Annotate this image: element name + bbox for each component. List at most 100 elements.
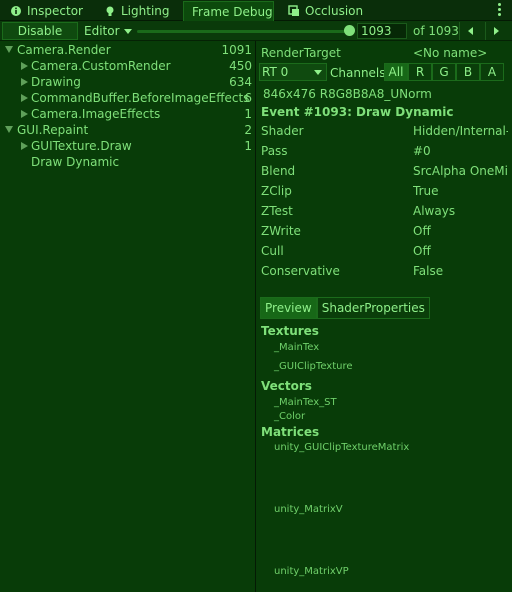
channel-r-button[interactable]: R [408, 63, 432, 81]
collapsed-arrow-icon[interactable] [21, 142, 28, 150]
preview-tab-bar: Preview ShaderProperties [260, 297, 430, 319]
event-total-label: of 1093 [413, 24, 459, 38]
editor-dropdown[interactable]: Editor [82, 22, 132, 40]
prop-value: Off [413, 224, 431, 238]
tab-inspector[interactable]: Inspector [2, 1, 83, 21]
tab-label: Occlusion [305, 4, 364, 18]
tree-item-count: 450 [229, 59, 252, 73]
tree-item-label: Camera.CustomRender [31, 59, 171, 73]
prop-value: #0 [413, 144, 431, 158]
prop-value: Off [413, 244, 431, 258]
event-slider-handle[interactable] [343, 25, 355, 36]
prop-name: ZClip [261, 184, 292, 198]
texture-name: _GUIClipTexture [274, 361, 353, 372]
tree-item-label: Draw Dynamic [31, 155, 120, 169]
prop-value: True [413, 184, 439, 198]
tree-item-count: 1 [244, 139, 252, 153]
tab-occlusion[interactable]: Occlusion [280, 1, 372, 21]
tree-item-label: Camera.Render [17, 43, 111, 57]
render-target-value: <No name> [413, 46, 488, 60]
prop-name: Conservative [261, 264, 340, 278]
collapsed-arrow-icon[interactable] [21, 94, 28, 102]
arrow-left-icon [468, 27, 473, 35]
matrices-heading: Matrices [261, 425, 320, 439]
tree-item[interactable]: CommandBuffer.BeforeImageEffects 6 [0, 90, 256, 106]
tree-item-count: 6 [244, 91, 252, 105]
tree-item-label: GUITexture.Draw [31, 139, 132, 153]
bulb-icon [104, 5, 116, 17]
chevron-down-icon [123, 28, 132, 34]
prop-name: Pass [261, 144, 288, 158]
prop-name: Blend [261, 164, 296, 178]
window-tab-bar: Inspector Lighting Frame Debug Occlusion [0, 0, 512, 21]
tree-item[interactable]: GUI.Repaint 2 [0, 122, 256, 138]
matrix-name: unity_MatrixV [274, 504, 343, 515]
tab-shader-properties[interactable]: ShaderProperties [316, 297, 430, 319]
tab-preview[interactable]: Preview [260, 297, 317, 319]
prop-value: Always [413, 204, 456, 218]
tree-item-label: GUI.Repaint [17, 123, 89, 137]
occlusion-icon [288, 5, 300, 17]
tree-item-label: Drawing [31, 75, 81, 89]
tab-frame-debug[interactable]: Frame Debug [183, 1, 274, 21]
arrow-right-icon [494, 27, 499, 35]
event-details-panel: RenderTarget <No name> RT 0 Channels All… [257, 41, 512, 592]
matrix-name: unity_MatrixVP [274, 566, 349, 577]
matrix-name: unity_GUIClipTextureMatrix [274, 442, 410, 453]
prop-value: False [413, 264, 444, 278]
channel-a-button[interactable]: A [480, 63, 504, 81]
render-target-select[interactable]: RT 0 [259, 63, 327, 81]
tab-lighting[interactable]: Lighting [96, 1, 180, 21]
tree-item[interactable]: Drawing 634 [0, 74, 256, 90]
chevron-down-icon [314, 70, 322, 75]
prop-value: SrcAlpha OneMir [413, 164, 508, 178]
prop-name: Shader [261, 124, 304, 138]
collapsed-arrow-icon[interactable] [21, 78, 28, 86]
tree-item-count: 1 [244, 107, 252, 121]
tree-item-count: 634 [229, 75, 252, 89]
textures-heading: Textures [261, 324, 319, 338]
tab-label: Inspector [27, 4, 83, 18]
tree-item-count: 1091 [221, 43, 252, 57]
event-title: Event #1093: Draw Dynamic [261, 105, 454, 119]
render-target-label: RenderTarget [261, 46, 341, 60]
channel-all-button[interactable]: All [384, 63, 408, 81]
vector-name: _Color [274, 411, 306, 422]
prop-name: Cull [261, 244, 284, 258]
editor-dropdown-label: Editor [84, 24, 120, 38]
render-target-format: 846x476 R8G8B8A8_UNorm [263, 87, 432, 101]
prop-value: Hidden/Internal- [413, 124, 508, 138]
tree-item-label: Camera.ImageEffects [31, 107, 161, 121]
collapsed-arrow-icon[interactable] [21, 110, 28, 118]
vectors-heading: Vectors [261, 379, 312, 393]
event-tree: Camera.Render 1091 Camera.CustomRender 4… [0, 41, 256, 592]
disable-button[interactable]: Disable [2, 22, 78, 40]
tree-item[interactable]: Camera.Render 1091 [0, 42, 256, 58]
tab-label: Frame Debug [192, 4, 273, 19]
prop-name: ZWrite [261, 224, 301, 238]
more-options-icon[interactable] [498, 3, 502, 17]
expanded-arrow-icon[interactable] [5, 46, 13, 53]
render-target-select-value: RT 0 [262, 65, 289, 79]
tree-item[interactable]: Camera.CustomRender 450 [0, 58, 256, 74]
texture-name: _MainTex [274, 342, 320, 353]
prop-name: ZTest [261, 204, 293, 218]
previous-event-button[interactable] [459, 22, 481, 40]
tab-label: Lighting [121, 4, 170, 18]
collapsed-arrow-icon[interactable] [21, 62, 28, 70]
channels-label: Channels [330, 66, 386, 80]
vector-name: _MainTex_ST [274, 397, 337, 408]
tree-item-selected-event[interactable]: Draw Dynamic [0, 154, 256, 170]
event-slider[interactable] [137, 30, 349, 33]
event-number-input[interactable]: 1093 [357, 23, 407, 39]
tree-item[interactable]: Camera.ImageEffects 1 [0, 106, 256, 122]
tree-item-count: 2 [244, 123, 252, 137]
channel-b-button[interactable]: B [456, 63, 480, 81]
channel-g-button[interactable]: G [432, 63, 456, 81]
next-event-button[interactable] [485, 22, 507, 40]
info-icon [10, 5, 22, 17]
tree-item-label: CommandBuffer.BeforeImageEffects [31, 91, 250, 105]
tree-item[interactable]: GUITexture.Draw 1 [0, 138, 256, 154]
frame-debug-toolbar: Disable Editor 1093 of 1093 [0, 21, 512, 41]
expanded-arrow-icon[interactable] [5, 126, 13, 133]
